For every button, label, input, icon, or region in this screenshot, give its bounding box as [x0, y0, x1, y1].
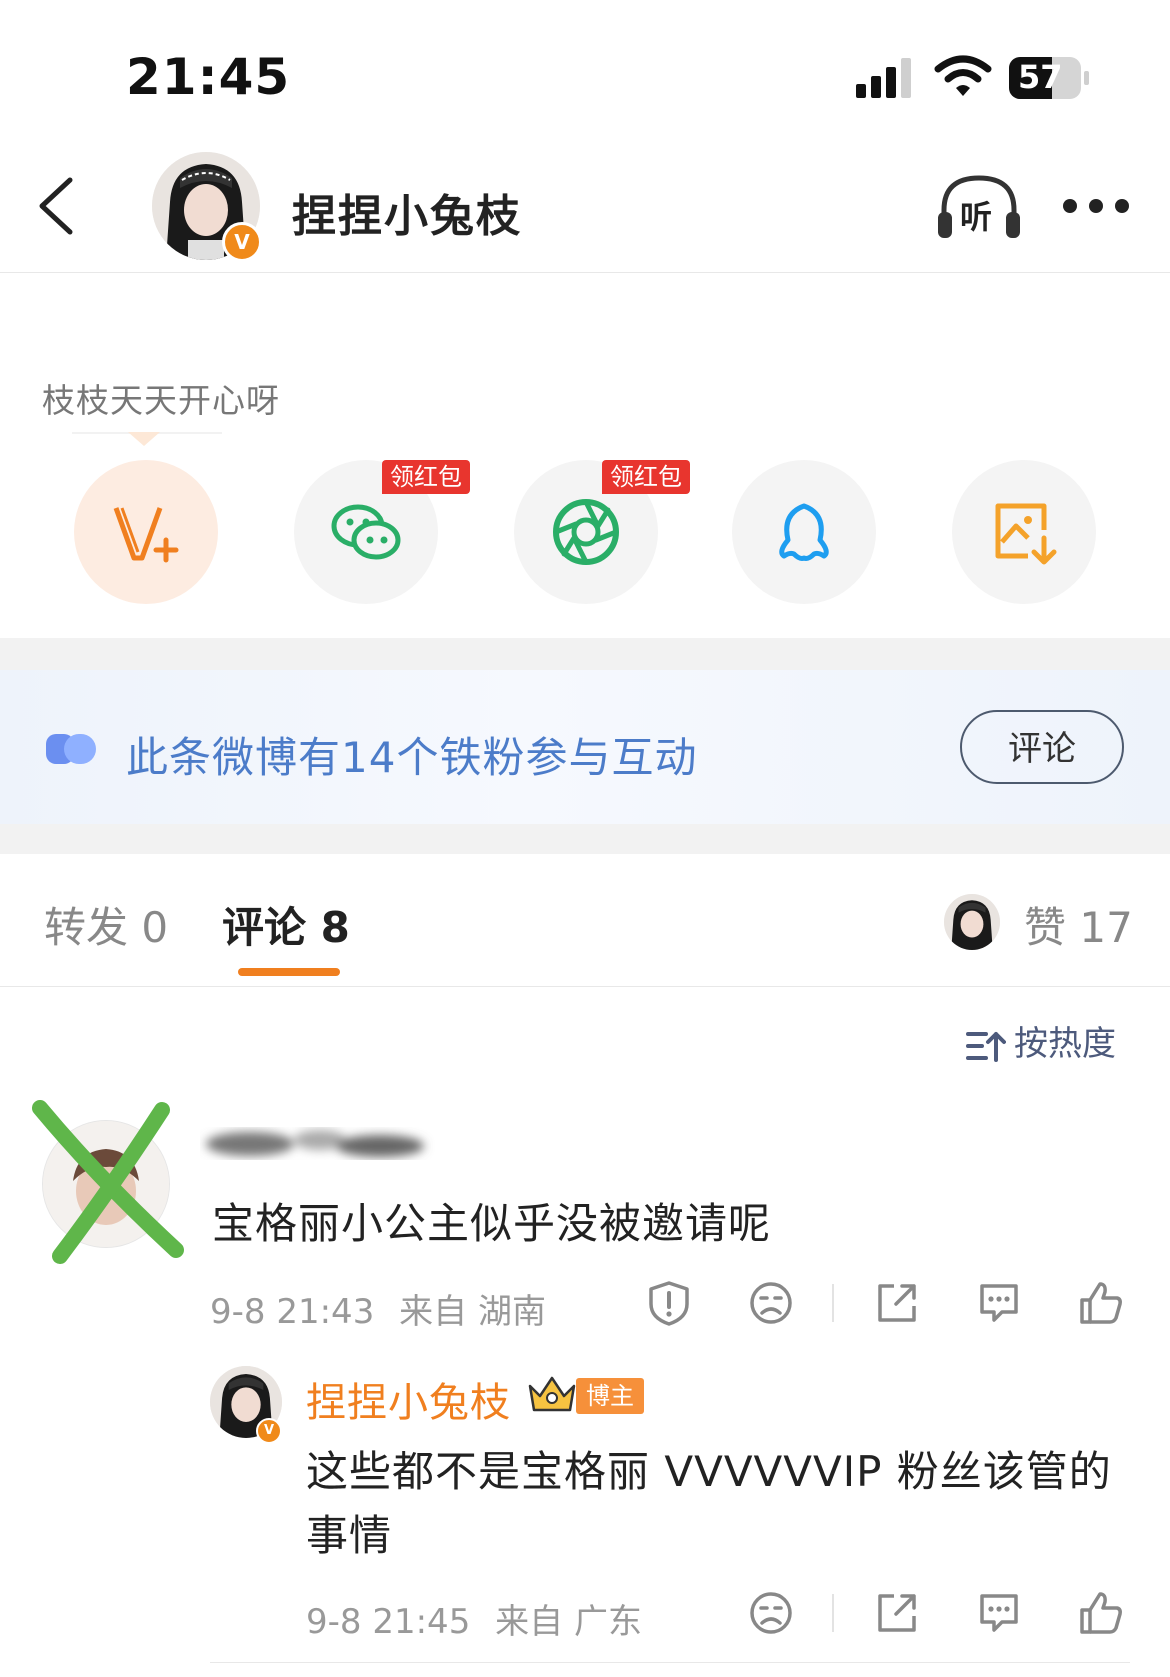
fans-comment-button[interactable]: 评论 — [960, 710, 1124, 784]
reply-text: 这些都不是宝格丽 VVVVVVIP 粉丝该管的事情 — [306, 1447, 1112, 1560]
reply-meta: 9-8 21:45 来自 广东 — [306, 1594, 642, 1643]
like-thumb-icon[interactable] — [1078, 1590, 1124, 1636]
action-separator — [832, 1594, 834, 1632]
action-separator — [832, 1284, 834, 1322]
reply-bubble-icon[interactable] — [976, 1590, 1022, 1636]
section-gap — [0, 824, 1170, 854]
battery-indicator: 57 — [1008, 56, 1090, 100]
liker-avatar[interactable] — [944, 894, 1000, 950]
report-shield-icon[interactable] — [646, 1280, 692, 1326]
share-icon[interactable] — [874, 1280, 920, 1326]
dislike-face-icon[interactable] — [748, 1590, 794, 1636]
reply-time: 9-8 21:45 — [306, 1602, 471, 1642]
header-username[interactable]: 捏捏小兔枝 — [292, 180, 522, 244]
share-save-image-button[interactable] — [952, 460, 1096, 604]
sort-icon — [966, 1031, 1006, 1062]
comment-meta: 9-8 21:43 来自 湖南 — [210, 1284, 546, 1333]
verified-badge: V — [222, 222, 262, 262]
blurred-username — [206, 1130, 424, 1157]
cellular-signal-icon — [856, 58, 911, 98]
comment-location: 来自 湖南 — [399, 1292, 546, 1332]
sort-by-hot-button[interactable]: 按热度 — [966, 1016, 1116, 1065]
tab-repost[interactable]: 转发 0 — [44, 894, 168, 955]
share-qq-button[interactable] — [732, 460, 876, 604]
cross-mark-icon — [32, 1100, 184, 1264]
iron-fans-icon — [46, 734, 96, 764]
sort-label: 按热度 — [1014, 1024, 1116, 1064]
more-options-icon[interactable] — [1060, 196, 1132, 216]
battery-level: 57 — [1018, 58, 1063, 96]
listen-button[interactable]: 听 — [936, 172, 1022, 242]
listen-label: 听 — [960, 198, 993, 236]
tab-comment[interactable]: 评论 8 — [222, 894, 350, 955]
iron-fans-text: 此条微博有14个铁粉参与互动 — [126, 733, 698, 782]
reply-divider — [210, 1662, 1130, 1663]
crown-icon — [528, 1376, 576, 1412]
share-vplus-button[interactable] — [74, 460, 218, 604]
author-badge: 博主 — [576, 1378, 644, 1414]
verified-badge: V — [256, 1418, 282, 1444]
status-time: 21:45 — [126, 48, 291, 106]
dislike-face-icon[interactable] — [748, 1280, 794, 1326]
wechat-icon — [331, 504, 401, 560]
moments-shutter-icon — [553, 499, 619, 565]
like-thumb-icon[interactable] — [1078, 1280, 1124, 1326]
back-arrow-icon[interactable] — [34, 176, 78, 236]
active-tab-indicator — [238, 968, 340, 976]
share-icon[interactable] — [874, 1590, 920, 1636]
tooltip-pointer — [128, 432, 160, 446]
save-image-icon — [995, 503, 1057, 565]
vplus-icon — [113, 507, 179, 563]
header-divider — [0, 272, 1170, 273]
reply-location: 来自 广东 — [495, 1602, 642, 1642]
avatar-image — [944, 894, 1000, 950]
post-caption: 枝枝天天开心呀 — [42, 381, 280, 420]
section-gap — [0, 638, 1170, 670]
red-packet-tag: 领红包 — [602, 460, 690, 494]
tab-like[interactable]: 赞 17 — [1024, 894, 1133, 955]
reply-bubble-icon[interactable] — [976, 1280, 1022, 1326]
tab-divider — [0, 986, 1170, 987]
qq-penguin-icon — [779, 503, 829, 561]
reply-username[interactable]: 捏捏小兔枝 — [306, 1370, 511, 1428]
red-packet-tag: 领红包 — [382, 460, 470, 494]
comment-text: 宝格丽小公主似乎没被邀请呢 — [212, 1199, 772, 1248]
comment-time: 9-8 21:43 — [210, 1292, 375, 1332]
wifi-icon — [934, 55, 992, 96]
